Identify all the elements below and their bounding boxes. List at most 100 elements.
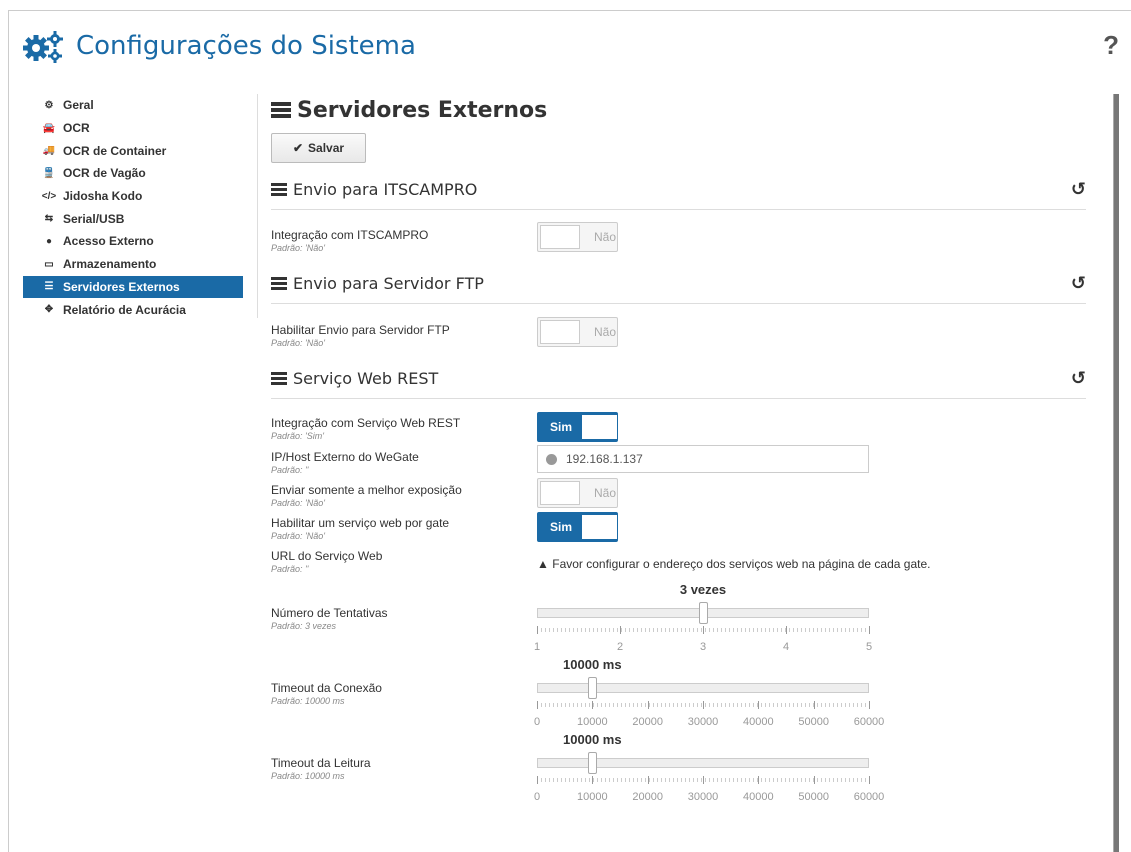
toggle-label: Sim [550,420,573,434]
sidebar-item-label: OCR de Container [63,143,167,158]
slider-value: 3 vezes [679,582,727,597]
tick-label: 10000 [577,791,608,803]
read-timeout-label: Timeout da Leitura Padrão: 10000 ms [271,756,371,781]
page-header-title: Configurações do Sistema [76,31,416,61]
slider-handle[interactable] [588,677,598,699]
major-tick [813,701,815,709]
page-title: Servidores Externos [271,95,1086,125]
server-icon: ☰ [44,281,54,293]
field-label: URL do Serviço Web [271,549,383,563]
itscampro-integration-label: Integração com ITSCAMPRO Padrão: 'Não' [271,228,428,253]
sidebar-item-9[interactable]: ✥ Relatório de Acurácia [23,298,243,321]
sidebar-item-label: Jidosha Kodo [63,189,143,204]
tick-label: 60000 [853,716,885,728]
section-ftp-header: Envio para Servidor FTP ↺ [271,268,1086,298]
major-tick [537,776,538,784]
major-tick [869,626,870,634]
best-exposure-label: Enviar somente a melhor exposição Padrão… [271,483,462,508]
server-icon [271,371,287,385]
toggle-knob [582,415,617,439]
main-content: Servidores Externos ✔ Salvar Envio para … [271,94,1086,803]
ftp-enable-toggle[interactable]: Não [537,317,618,347]
check-icon: ✔ [292,141,304,155]
rest-integration-label: Integração com Serviço Web REST Padrão: … [271,416,460,441]
sidebar-item-0[interactable]: ⚙ Geral [23,94,243,117]
sidebar-divider [257,94,258,318]
sidebar-item-3[interactable]: 🚆 OCR de Vagão [23,162,243,185]
field-default: Padrão: 'Não' [271,531,325,541]
warning-icon: ▲ [537,557,549,571]
slider-handle[interactable] [588,752,598,774]
sidebar-item-2[interactable]: 🚚 OCR de Container [23,139,243,162]
rest-host-label: IP/Host Externo do WeGate Padrão: '' [271,450,419,475]
crosshair-icon: ✥ [44,304,54,316]
usb-icon: ⇆ [44,213,54,225]
sidebar-item-5[interactable]: ⇆ Serial/USB [23,207,243,230]
gears-icon: ⚙ [44,99,54,111]
toggle-knob [540,225,580,249]
section-rest-header: Serviço Web REST ↺ [271,363,1086,393]
rest-host-input[interactable]: 192.168.1.137 [537,445,869,473]
section-itscampro-header: Envio para ITSCAMPRO ↺ [271,174,1086,204]
toggle-knob [540,320,580,344]
rest-integration-toggle[interactable]: Sim [537,412,618,442]
sidebar-item-label: Serial/USB [63,211,125,226]
toggle-label: Não [594,230,617,244]
field-label: Integração com ITSCAMPRO [271,228,429,242]
major-tick [703,776,704,784]
slider-ticks [537,776,870,784]
divider [271,303,1086,304]
major-tick [647,776,649,784]
field-default: Padrão: 10000 ms [271,696,345,706]
slider-track[interactable] [537,683,869,693]
globe-icon [546,453,557,465]
major-tick [758,776,760,784]
reset-icon[interactable]: ↺ [1071,368,1086,389]
reset-icon[interactable]: ↺ [1071,273,1086,294]
field-default: Padrão: '' [271,564,309,574]
help-icon[interactable]: ? [1103,30,1119,61]
server-icon [271,276,287,290]
best-exposure-toggle[interactable]: Não [537,478,618,508]
slider-ticks [537,701,870,709]
slider-value: 10000 ms [563,657,622,672]
tick-label: 5 [865,641,873,653]
field-default: Padrão: 10000 ms [271,771,345,781]
major-tick [647,701,649,709]
server-icon [271,182,287,196]
field-default: Padrão: 'Sim' [271,431,324,441]
tick-label: 1 [533,641,541,653]
retries-label: Número de Tentativas Padrão: 3 vezes [271,606,388,631]
hdd-icon: ▭ [44,258,54,270]
sidebar-item-label: Armazenamento [63,257,157,272]
scrollbar[interactable] [1113,94,1119,852]
field-default: Padrão: 'Não' [271,243,325,253]
sidebar-item-1[interactable]: 🚘 OCR [23,117,243,140]
sidebar-item-label: Geral [63,98,94,113]
save-button[interactable]: ✔ Salvar [271,133,366,163]
sidebar-item-label: Servidores Externos [63,279,180,294]
itscampro-integration-toggle[interactable]: Não [537,222,618,252]
sidebar-item-6[interactable]: ● Acesso Externo [23,230,243,253]
sidebar-item-7[interactable]: ▭ Armazenamento [23,253,243,276]
field-default: Padrão: '' [271,465,309,475]
slider-track[interactable] [537,758,869,768]
sidebar-item-8[interactable]: ☰ Servidores Externos [23,275,243,299]
slider-handle[interactable] [699,602,708,624]
ftp-enable-label: Habilitar Envio para Servidor FTP Padrão… [271,323,450,348]
reset-icon[interactable]: ↺ [1071,179,1086,200]
input-value: 192.168.1.137 [566,452,643,466]
toggle-label: Não [594,486,617,500]
per-gate-label: Habilitar um serviço web por gate Padrão… [271,516,449,541]
url-warning: ▲ Favor configurar o endereço dos serviç… [537,557,930,571]
toggle-label: Sim [550,520,573,534]
field-label: Enviar somente a melhor exposição [271,483,462,497]
per-gate-toggle[interactable]: Sim [537,512,618,542]
field-default: Padrão: 'Não' [271,498,325,508]
sidebar-item-4[interactable]: </> Jidosha Kodo [23,185,243,208]
field-label: Habilitar um serviço web por gate [271,516,450,530]
page-header: Configurações do Sistema [22,28,416,64]
section-title: Serviço Web REST [293,368,439,388]
field-label: Timeout da Leitura [271,756,371,770]
page-title-text: Servidores Externos [297,97,548,123]
